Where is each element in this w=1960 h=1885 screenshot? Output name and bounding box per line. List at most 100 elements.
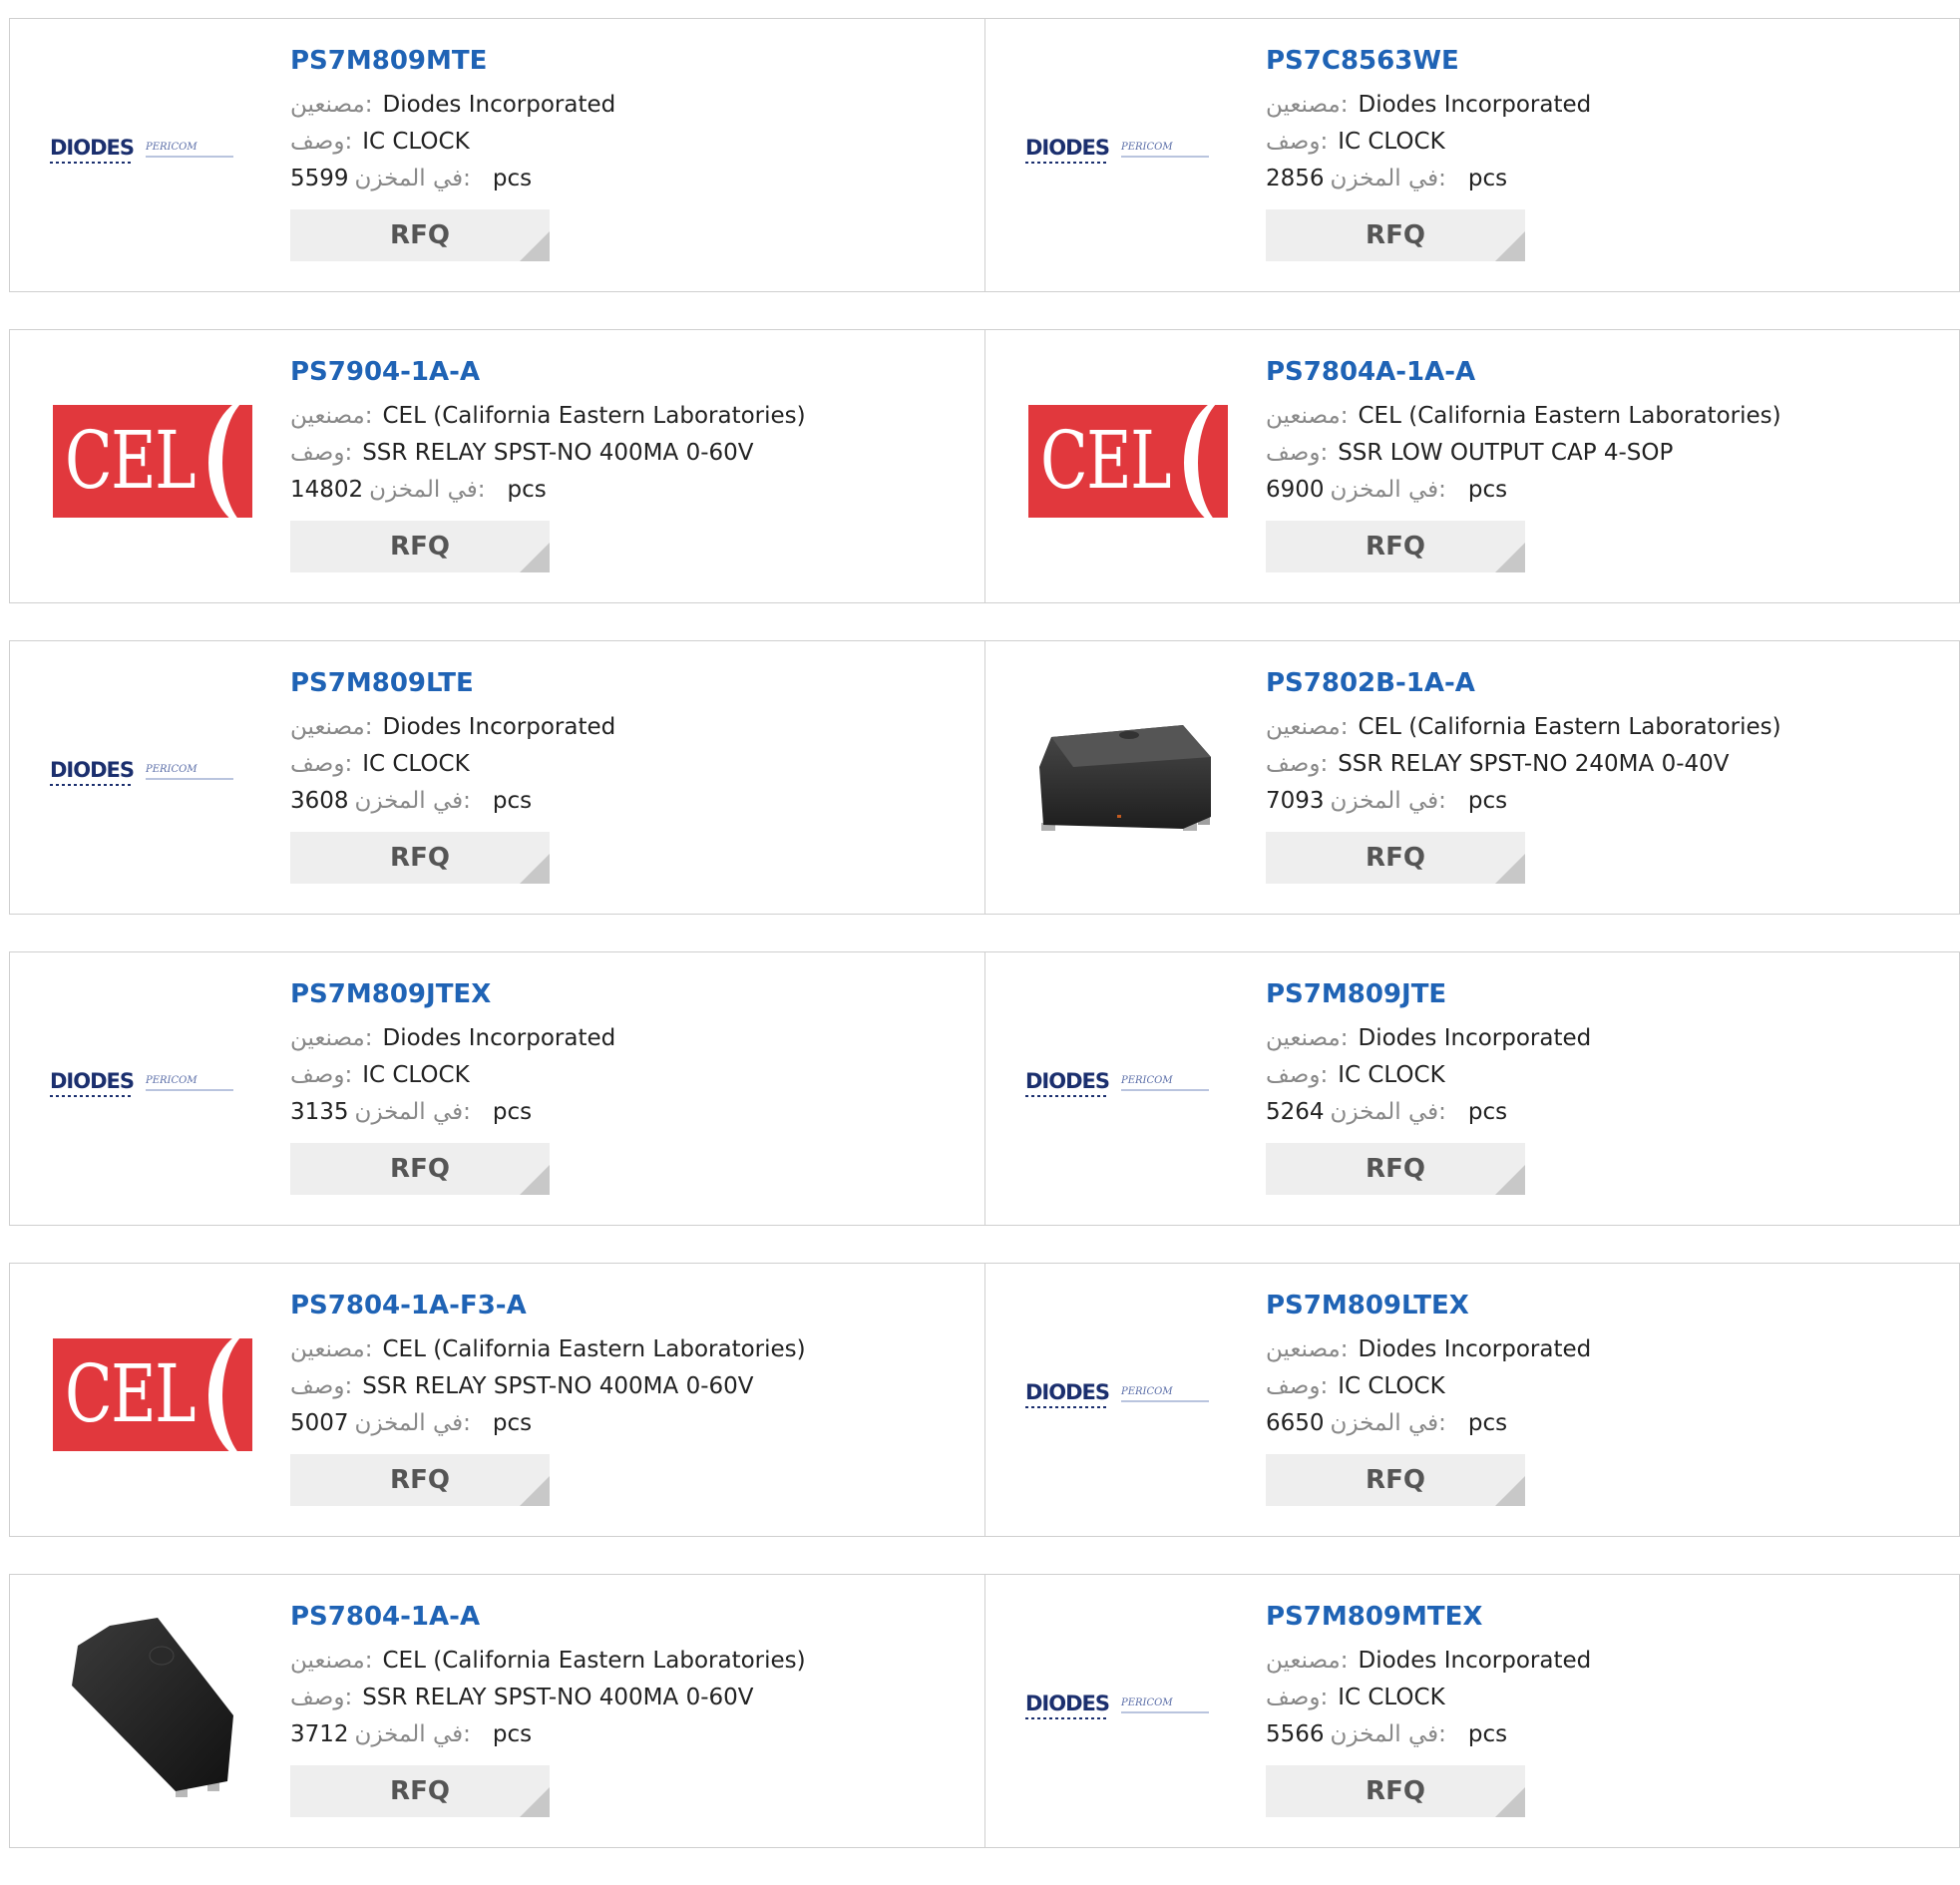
description-value: IC CLOCK bbox=[362, 1062, 470, 1088]
product-image[interactable] bbox=[1025, 682, 1230, 862]
cel-logo: CEL bbox=[52, 1337, 252, 1451]
part-number-link[interactable]: PS7904-1A-A bbox=[290, 356, 929, 388]
rfq-label: RFQ bbox=[1366, 1465, 1425, 1495]
rfq-button[interactable]: RFQ bbox=[1266, 1143, 1525, 1195]
stock-value: 5264 bbox=[1266, 1099, 1325, 1125]
part-number-link[interactable]: PS7M809JTE bbox=[1266, 978, 1904, 1010]
description-label: :وصف bbox=[1266, 1373, 1329, 1399]
rfq-button[interactable]: RFQ bbox=[290, 832, 550, 884]
part-number-link[interactable]: PS7804-1A-A bbox=[290, 1601, 929, 1633]
pericom-logo-text: PERICOM bbox=[1121, 1386, 1209, 1403]
stock-value: 5599 bbox=[290, 166, 349, 191]
part-number-link[interactable]: PS7M809LTE bbox=[290, 667, 929, 699]
part-number-link[interactable]: PS7M809MTEX bbox=[1266, 1601, 1904, 1633]
product-info: PS7M809MTEX :مصنعين Diodes Incorporated :… bbox=[1266, 1601, 1904, 1817]
stock-label: :في المخزن bbox=[1330, 166, 1446, 191]
part-number-link[interactable]: PS7804-1A-F3-A bbox=[290, 1290, 929, 1321]
rfq-button[interactable]: RFQ bbox=[290, 521, 550, 572]
manufacturer-row: :مصنعين Diodes Incorporated bbox=[1266, 1331, 1904, 1368]
diodes-logo-text: DIODES bbox=[1025, 136, 1110, 165]
rfq-button[interactable]: RFQ bbox=[1266, 1454, 1525, 1506]
stock-label: :في المخزن bbox=[354, 166, 471, 191]
manufacturer-row: :مصنعين Diodes Incorporated bbox=[1266, 1643, 1904, 1680]
description-label: :وصف bbox=[290, 1062, 353, 1088]
rfq-label: RFQ bbox=[390, 1465, 450, 1495]
description-value: IC CLOCK bbox=[1338, 1685, 1445, 1710]
manufacturer-value: Diodes Incorporated bbox=[1358, 1336, 1592, 1362]
manufacturer-value: Diodes Incorporated bbox=[1358, 1648, 1592, 1674]
rfq-button[interactable]: RFQ bbox=[290, 1454, 550, 1506]
manufacturer-value: CEL (California Eastern Laboratories) bbox=[382, 1648, 806, 1674]
diodes-logo: DIODES PERICOM bbox=[1025, 1692, 1230, 1720]
pericom-logo-text: PERICOM bbox=[146, 142, 233, 159]
product-image[interactable]: CEL bbox=[50, 1305, 254, 1484]
product-image[interactable]: DIODES PERICOM bbox=[1025, 1616, 1230, 1795]
rfq-label: RFQ bbox=[390, 1776, 450, 1806]
product-image[interactable]: DIODES PERICOM bbox=[1025, 60, 1230, 239]
description-row: :وصف IC CLOCK bbox=[290, 124, 929, 161]
description-row: :وصف SSR RELAY SPST-NO 240MA 0-40V bbox=[1266, 746, 1904, 783]
stock-row: 5599:في المخزن pcs bbox=[290, 161, 929, 197]
manufacturer-label: :مصنعين bbox=[1266, 1648, 1349, 1674]
rfq-corner-decoration bbox=[1495, 1787, 1525, 1817]
diodes-logo-text: DIODES bbox=[1025, 1692, 1110, 1720]
manufacturer-value: Diodes Incorporated bbox=[382, 1025, 616, 1051]
product-image[interactable]: DIODES PERICOM bbox=[1025, 1305, 1230, 1484]
rfq-button[interactable]: RFQ bbox=[290, 1143, 550, 1195]
manufacturer-value: Diodes Incorporated bbox=[382, 714, 616, 740]
stock-unit: pcs bbox=[1467, 1721, 1508, 1747]
manufacturer-value: Diodes Incorporated bbox=[382, 92, 616, 118]
product-image[interactable]: DIODES PERICOM bbox=[50, 60, 254, 239]
manufacturer-label: :مصنعين bbox=[1266, 92, 1349, 118]
pericom-logo-text: PERICOM bbox=[1121, 1075, 1209, 1092]
description-value: SSR RELAY SPST-NO 240MA 0-40V bbox=[1338, 751, 1730, 777]
description-value: IC CLOCK bbox=[1338, 1373, 1445, 1399]
rfq-label: RFQ bbox=[1366, 220, 1425, 250]
rfq-button[interactable]: RFQ bbox=[290, 209, 550, 261]
cel-logo: CEL bbox=[52, 404, 252, 518]
description-value: IC CLOCK bbox=[362, 751, 470, 777]
manufacturer-value: CEL (California Eastern Laboratories) bbox=[382, 1336, 806, 1362]
rfq-button[interactable]: RFQ bbox=[1266, 832, 1525, 884]
diodes-logo: DIODES PERICOM bbox=[50, 758, 254, 787]
product-image[interactable]: CEL bbox=[1025, 371, 1230, 551]
manufacturer-value: Diodes Incorporated bbox=[1358, 92, 1592, 118]
part-number-link[interactable]: PS7M809JTEX bbox=[290, 978, 929, 1010]
manufacturer-row: :مصنعين Diodes Incorporated bbox=[1266, 1020, 1904, 1057]
rfq-button[interactable]: RFQ bbox=[1266, 209, 1525, 261]
diodes-logo: DIODES PERICOM bbox=[1025, 1069, 1230, 1098]
part-number-link[interactable]: PS7M809LTEX bbox=[1266, 1290, 1904, 1321]
part-number-link[interactable]: PS7804A-1A-A bbox=[1266, 356, 1904, 388]
part-number-link[interactable]: PS7802B-1A-A bbox=[1266, 667, 1904, 699]
part-number-link[interactable]: PS7C8563WE bbox=[1266, 45, 1904, 77]
product-image[interactable]: DIODES PERICOM bbox=[50, 682, 254, 862]
stock-row: 7093:في المخزن pcs bbox=[1266, 783, 1904, 820]
stock-unit: pcs bbox=[492, 1410, 533, 1436]
description-value: SSR RELAY SPST-NO 400MA 0-60V bbox=[362, 1373, 754, 1399]
stock-value: 5007 bbox=[290, 1410, 349, 1436]
product-image[interactable]: DIODES PERICOM bbox=[50, 993, 254, 1173]
product-card: CEL PS7804-1A-F3-A :مصنعين CEL (Californi… bbox=[10, 1264, 984, 1536]
product-card: PS7802B-1A-A :مصنعين CEL (California East… bbox=[984, 641, 1959, 914]
rfq-corner-decoration bbox=[520, 1165, 550, 1195]
description-value: SSR LOW OUTPUT CAP 4-SOP bbox=[1338, 440, 1674, 466]
product-row: DIODES PERICOM PS7M809MTE :مصنعين Diodes I… bbox=[9, 18, 1960, 292]
rfq-corner-decoration bbox=[520, 1787, 550, 1817]
part-number-link[interactable]: PS7M809MTE bbox=[290, 45, 929, 77]
rfq-button[interactable]: RFQ bbox=[290, 1765, 550, 1817]
rfq-button[interactable]: RFQ bbox=[1266, 521, 1525, 572]
product-image[interactable]: DIODES PERICOM bbox=[1025, 993, 1230, 1173]
product-info: PS7M809JTEX :مصنعين Diodes Incorporated :… bbox=[290, 978, 929, 1195]
product-info: PS7M809JTE :مصنعين Diodes Incorporated :و… bbox=[1266, 978, 1904, 1195]
description-label: :وصف bbox=[1266, 1685, 1329, 1710]
stock-label: :في المخزن bbox=[354, 1721, 471, 1747]
manufacturer-label: :مصنعين bbox=[1266, 1336, 1349, 1362]
pericom-logo-text: PERICOM bbox=[1121, 1697, 1209, 1714]
product-image[interactable] bbox=[50, 1616, 254, 1798]
product-image[interactable]: CEL bbox=[50, 371, 254, 551]
stock-value: 2856 bbox=[1266, 166, 1325, 191]
rfq-label: RFQ bbox=[390, 220, 450, 250]
rfq-button[interactable]: RFQ bbox=[1266, 1765, 1525, 1817]
stock-row: 3712:في المخزن pcs bbox=[290, 1716, 929, 1753]
manufacturer-row: :مصنعين Diodes Incorporated bbox=[290, 87, 929, 124]
